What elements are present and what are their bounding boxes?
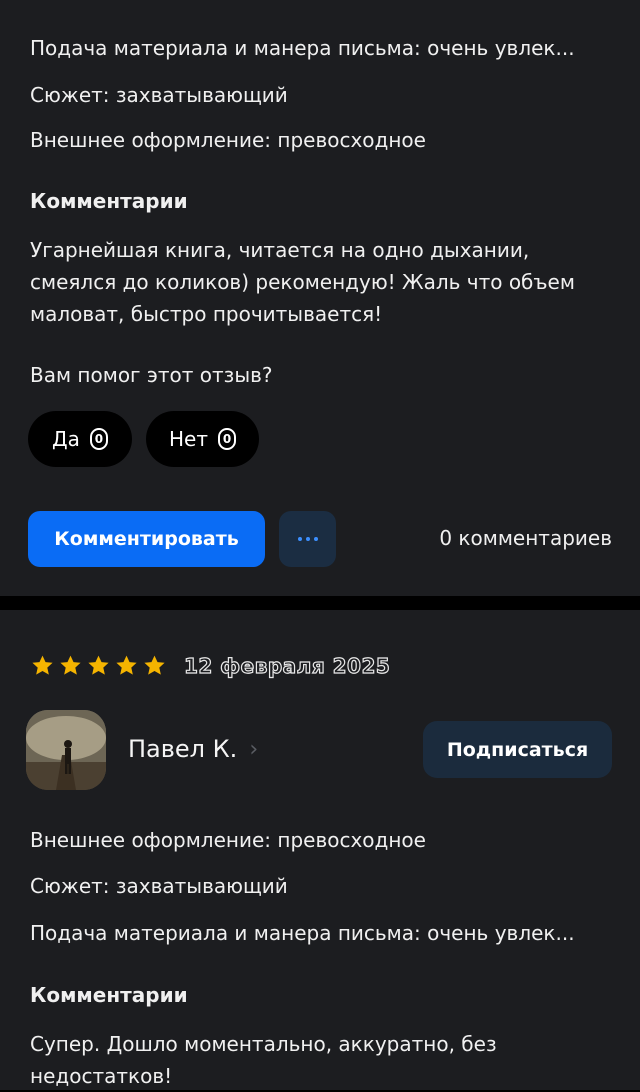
comments-heading: Комментарии <box>30 983 188 1007</box>
review-date: 12 февраля 2025 <box>183 653 391 678</box>
comment-button[interactable]: Комментировать <box>28 511 265 567</box>
helpful-no-count: 0 <box>218 428 236 450</box>
more-dots-icon <box>297 537 302 541</box>
helpful-no-label: Нет <box>169 427 208 451</box>
helpful-no-button[interactable]: Нет 0 <box>146 411 259 467</box>
rating-stars <box>30 653 167 678</box>
star-icon <box>144 655 165 675</box>
star-icon <box>32 655 53 675</box>
review-comment-text: Угарнейшая книга, читается на одно дыхан… <box>30 238 575 326</box>
more-options-button[interactable] <box>279 511 336 567</box>
avatar[interactable] <box>26 710 106 790</box>
criteria-design: Внешнее оформление: превосходное <box>30 828 426 852</box>
subscribe-button[interactable]: Подписаться <box>423 721 612 778</box>
helpful-yes-button[interactable]: Да 0 <box>28 411 132 467</box>
helpful-yes-count: 0 <box>89 428 108 450</box>
star-icon <box>88 655 109 675</box>
chevron-right-icon: › <box>249 736 259 762</box>
helpful-question: Вам помог этот отзыв? <box>30 363 273 387</box>
helpful-yes-label: Да <box>52 427 80 451</box>
review-card: Подача материала и манера письма: очень … <box>0 0 640 596</box>
star-icon <box>60 655 81 675</box>
review-comment-text: Супер. Дошло моментально, аккуратно, без… <box>30 1032 497 1088</box>
criteria-plot: Сюжет: захватывающий <box>30 874 288 898</box>
comments-heading: Комментарии <box>30 189 188 213</box>
author-name: Павел К. <box>128 735 238 763</box>
criteria-writing-style: Подача материала и манера письма: очень … <box>30 36 575 60</box>
comments-count-link[interactable]: 0 комментариев <box>439 526 612 550</box>
star-icon <box>116 655 137 675</box>
criteria-plot: Сюжет: захватывающий <box>30 83 288 107</box>
avatar-image <box>26 710 106 790</box>
criteria-design: Внешнее оформление: превосходное <box>30 128 426 152</box>
author-link[interactable]: Павел К. › <box>128 735 258 763</box>
criteria-writing-style: Подача материала и манера письма: очень … <box>30 921 575 945</box>
